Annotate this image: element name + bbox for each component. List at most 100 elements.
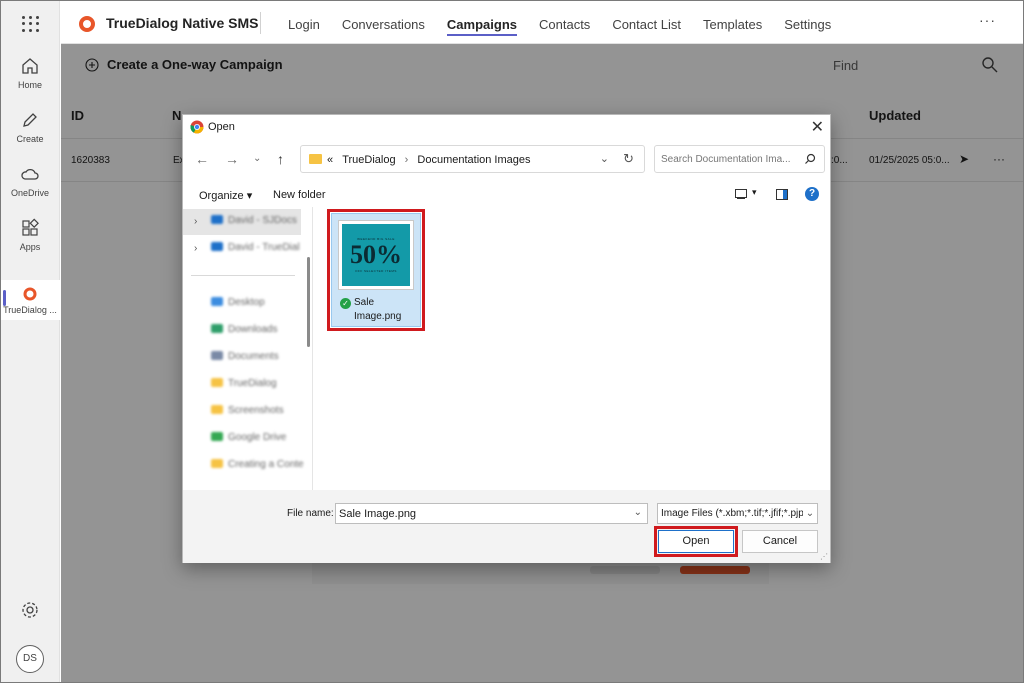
chevron-right-icon[interactable]: › <box>194 216 197 227</box>
nav-item-desktop[interactable]: Desktop <box>211 297 265 308</box>
chevron-down-icon[interactable]: ⌄ <box>600 152 609 165</box>
address-bar[interactable]: « TrueDialog › Documentation Images ⌄ ↻ <box>300 145 645 173</box>
app-launcher-icon[interactable] <box>20 14 40 34</box>
truedialog-icon <box>23 287 37 301</box>
chrome-icon <box>190 120 204 134</box>
nav-scrollbar[interactable] <box>307 257 310 347</box>
cloud-icon <box>211 215 223 224</box>
new-folder-button[interactable]: New folder <box>273 189 326 201</box>
up-arrow-icon[interactable]: ↑ <box>277 151 284 167</box>
rail-item-truedialog[interactable]: TrueDialog ... <box>0 280 60 320</box>
file-name-field[interactable]: Sale Image.png ⌄ <box>335 503 648 524</box>
refresh-icon[interactable]: ↻ <box>623 151 634 167</box>
file-list: WEEKEND BIG SALE 50% OFF SELECTED ITEMS … <box>314 207 831 490</box>
file-name-field-label: File name: <box>287 508 334 519</box>
tab-contacts[interactable]: Contacts <box>528 0 601 44</box>
help-icon[interactable]: ? <box>805 187 819 201</box>
nav-item-label: Screenshots <box>228 405 284 416</box>
nav-divider <box>191 275 295 276</box>
chevron-down-icon[interactable]: ⌄ <box>634 507 642 518</box>
file-name-value: Sale Image.png <box>339 508 417 520</box>
breadcrumb-item-documentation-images[interactable]: Documentation Images <box>417 154 530 166</box>
rail-item-label: OneDrive <box>10 188 49 198</box>
nav-item-downloads[interactable]: Downloads <box>211 324 277 335</box>
gear-icon[interactable] <box>20 600 40 620</box>
chevron-down-icon[interactable]: ⌄ <box>253 153 261 164</box>
file-open-dialog: Open ✕ ← → ⌄ ↑ « TrueDialog › Documentat… <box>182 114 831 563</box>
folder-icon <box>309 154 322 164</box>
pen-icon <box>23 113 37 127</box>
breadcrumb-overflow[interactable]: « <box>327 154 333 166</box>
tab-campaigns[interactable]: Campaigns <box>436 0 528 44</box>
dialog-title: Open <box>208 121 235 133</box>
app-header: TrueDialog Native SMS Login Conversation… <box>61 0 1024 44</box>
nav-item-label: Desktop <box>228 297 265 308</box>
chevron-down-icon[interactable]: ⌄ <box>803 504 817 523</box>
rail-item-apps[interactable]: Apps <box>0 218 60 252</box>
dialog-titlebar: Open ✕ <box>183 115 832 139</box>
nav-item-google-drive[interactable]: Google Drive <box>211 432 286 443</box>
rail-item-label: Home <box>17 80 42 90</box>
search-placeholder: Search Documentation Ima... <box>661 154 791 165</box>
breadcrumb-item-truedialog[interactable]: TrueDialog <box>336 154 395 166</box>
nav-item-onedrive-truedialog[interactable]: David - TrueDial <box>211 242 300 253</box>
folder-icon <box>211 459 223 468</box>
highlight-box-open <box>654 526 738 557</box>
preview-pane-icon[interactable] <box>776 189 788 200</box>
home-icon <box>22 58 38 74</box>
rail-item-label: Apps <box>19 242 41 252</box>
breadcrumb: « TrueDialog › Documentation Images <box>327 154 531 166</box>
folder-icon <box>211 378 223 387</box>
nav-item-onedrive-sjdocs[interactable]: David - SJDocs <box>211 215 297 226</box>
cloud-icon <box>211 242 223 251</box>
nav-item-creating-a-content[interactable]: Creating a Conte <box>211 459 304 470</box>
cloud-icon <box>21 168 39 180</box>
nav-item-documents[interactable]: Documents <box>211 351 279 362</box>
app-title: TrueDialog Native SMS <box>106 15 259 31</box>
tab-settings[interactable]: Settings <box>773 0 842 44</box>
desktop-icon <box>211 297 223 306</box>
nav-item-truedialog[interactable]: TrueDialog <box>211 378 277 389</box>
forward-arrow-icon[interactable]: → <box>225 151 239 167</box>
nav-item-label: Google Drive <box>228 432 287 443</box>
rail-item-onedrive[interactable]: OneDrive <box>0 164 60 198</box>
back-arrow-icon[interactable]: ← <box>195 151 209 167</box>
view-mode-icon[interactable] <box>735 189 747 199</box>
truedialog-logo-icon <box>79 16 95 32</box>
file-type-value: Image Files (*.xbm;*.tif;*.jfif;*.pjp <box>661 508 804 519</box>
nav-item-label: Documents <box>228 351 279 362</box>
apps-icon <box>22 218 39 236</box>
close-icon[interactable]: ✕ <box>811 117 824 137</box>
more-options-button[interactable]: ··· <box>979 12 996 28</box>
header-divider <box>260 12 261 34</box>
view-dropdown-icon[interactable]: ▾ <box>752 187 757 198</box>
rail-item-create[interactable]: Create <box>0 110 60 144</box>
file-type-select[interactable]: Image Files (*.xbm;*.tif;*.jfif;*.pjp ⌄ <box>657 503 818 524</box>
resize-grip-icon[interactable]: ⋰ <box>820 552 828 561</box>
organize-button[interactable]: Organize ▾ <box>199 189 252 202</box>
navigation-pane: › › David - SJDocs David - TrueDial Desk… <box>183 207 313 490</box>
tab-contact-list[interactable]: Contact List <box>601 0 692 44</box>
nav-item-label: TrueDialog <box>228 378 277 389</box>
highlight-box-file <box>327 209 425 331</box>
tab-templates[interactable]: Templates <box>692 0 773 44</box>
avatar[interactable]: DS <box>16 645 44 673</box>
cancel-button[interactable]: Cancel <box>742 530 818 553</box>
tab-login[interactable]: Login <box>277 0 331 44</box>
search-input[interactable]: Search Documentation Ima... <box>654 145 825 173</box>
google-drive-icon <box>211 432 223 441</box>
tab-conversations[interactable]: Conversations <box>331 0 436 44</box>
dialog-footer: File name: Sale Image.png ⌄ Image Files … <box>183 490 830 563</box>
address-row: ← → ⌄ ↑ « TrueDialog › Documentation Ima… <box>183 143 832 177</box>
rail-item-label: TrueDialog ... <box>3 305 57 315</box>
folder-icon <box>211 405 223 414</box>
nav-item-label: Creating a Conte <box>228 459 304 470</box>
top-nav: Login Conversations Campaigns Contacts C… <box>277 0 842 44</box>
download-icon <box>211 324 223 333</box>
document-icon <box>211 351 223 360</box>
rail-item-home[interactable]: Home <box>0 56 60 90</box>
nav-item-label: Downloads <box>228 324 278 335</box>
nav-item-screenshots[interactable]: Screenshots <box>211 405 284 416</box>
chevron-right-icon[interactable]: › <box>194 243 197 254</box>
breadcrumb-separator-icon: › <box>404 154 409 166</box>
